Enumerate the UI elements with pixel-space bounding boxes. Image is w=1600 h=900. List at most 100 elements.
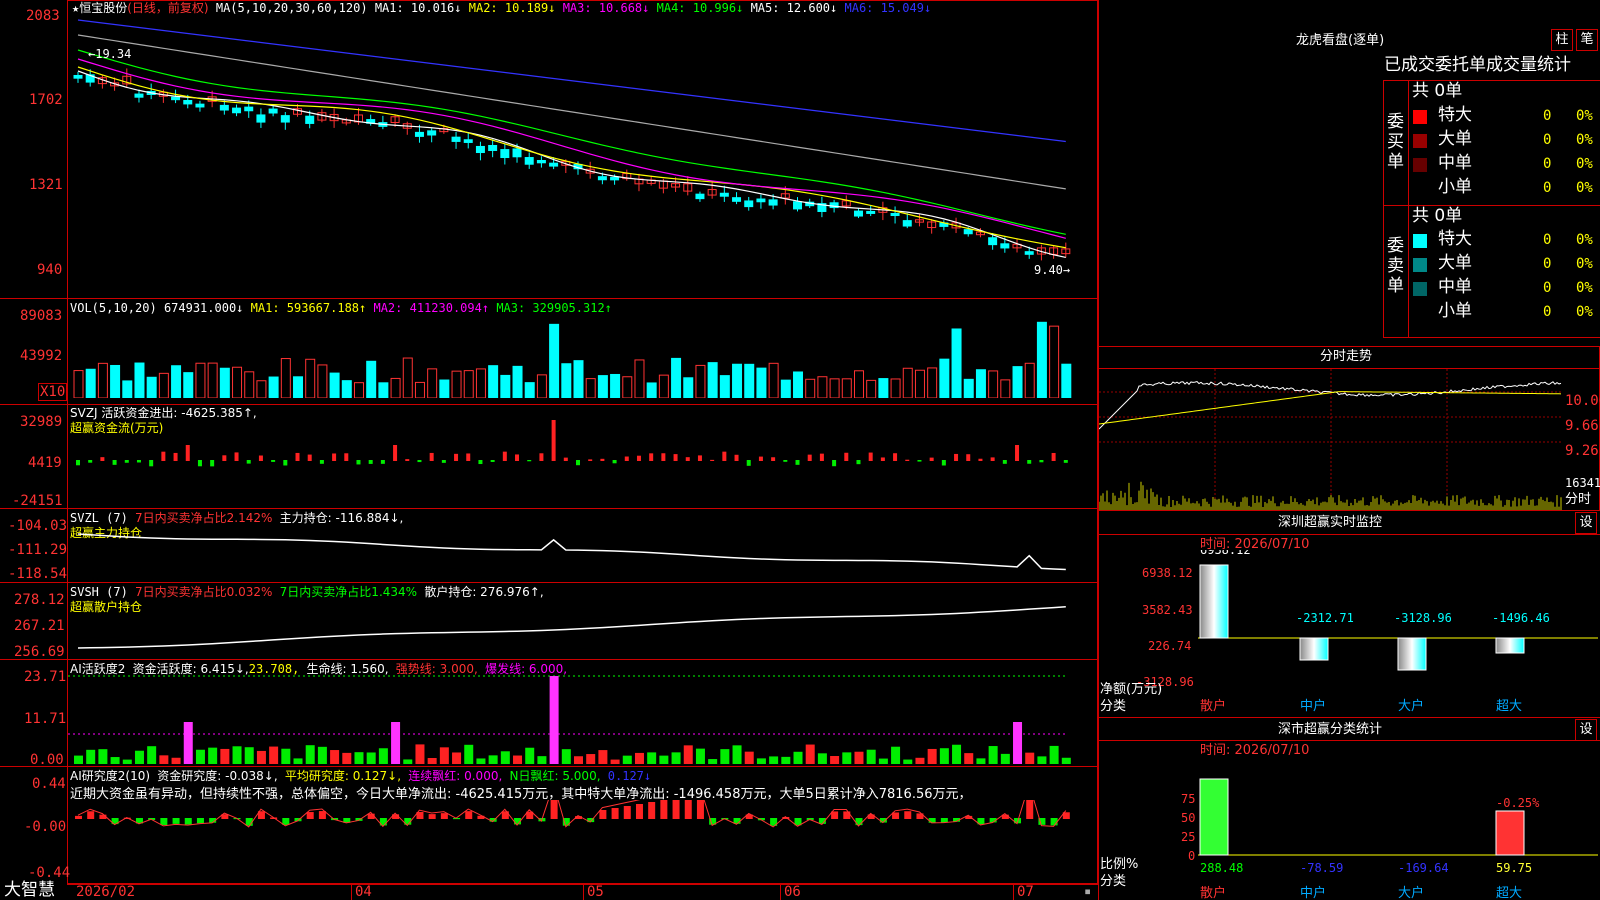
volume-bar — [805, 378, 816, 398]
row-count: 0 — [1543, 304, 1552, 320]
sz-bar-chart[interactable]: 6938.12 -2312.71 -3128.96 -1496.46 散户 中户 大户 超大 — [1198, 550, 1600, 715]
activity-bar — [976, 758, 986, 764]
volume-bar — [963, 378, 974, 398]
ma6-line — [77, 19, 1066, 143]
svzl-chart[interactable] — [68, 530, 1097, 580]
activity-bar — [708, 759, 718, 764]
sz-settings-button[interactable]: 设 — [1575, 512, 1597, 534]
activity-bar — [769, 756, 779, 764]
svzj-axis-1: 4419 — [28, 455, 62, 471]
price-chart[interactable] — [68, 15, 1097, 297]
activity-bar — [342, 752, 352, 764]
activity-bar — [830, 756, 840, 764]
volume-bar — [695, 364, 706, 398]
activity-bar — [854, 751, 864, 764]
activity-bar — [756, 758, 766, 764]
volume-bar — [110, 364, 121, 398]
activity-bar — [98, 749, 108, 764]
volume-chart[interactable] — [68, 318, 1097, 398]
research-bar — [648, 802, 656, 819]
volume-bar — [561, 363, 572, 398]
flow-bar — [563, 457, 568, 461]
svzl-axis-1: -111.29 — [8, 542, 68, 558]
volume-bar — [853, 370, 864, 398]
activity-bar — [878, 758, 888, 764]
flow-bar — [710, 459, 715, 461]
flow-bar — [246, 460, 251, 464]
activity-bar — [891, 746, 901, 764]
research-bar — [465, 811, 473, 819]
research-bar — [599, 810, 607, 819]
research-bar — [928, 818, 936, 823]
ma2-value: MA2: 10.189↓ — [468, 1, 556, 15]
legend-swatch — [1413, 134, 1427, 148]
ai1-chart[interactable] — [68, 672, 1097, 764]
research-bar — [318, 811, 326, 819]
fl-settings-button[interactable]: 设 — [1575, 719, 1597, 741]
svzj-chart[interactable] — [68, 418, 1097, 506]
bar-button[interactable]: 柱 — [1551, 29, 1573, 51]
sz-axis-2: 226.74 — [1148, 639, 1192, 653]
flow-bar — [636, 455, 641, 461]
ai1-axis-2: 0.00 — [30, 752, 64, 768]
flow-bar — [624, 456, 629, 461]
row-label: 小单 — [1438, 301, 1472, 321]
fl-title: 深市超赢分类统计 — [1278, 722, 1383, 737]
volume-bar — [902, 367, 913, 398]
lock-icon[interactable]: ▪ — [1084, 885, 1091, 897]
flow-bar — [758, 456, 763, 461]
volume-bar — [975, 369, 986, 398]
flow-bar — [149, 460, 154, 467]
candle-body — [232, 107, 242, 114]
flow-bar — [100, 457, 105, 461]
price-line — [1099, 380, 1562, 430]
candle-body — [171, 96, 181, 101]
candle-body — [475, 145, 485, 154]
candle-body — [744, 200, 754, 208]
volume-bar — [305, 358, 316, 398]
volume-bar — [158, 372, 169, 398]
timeshare-chart[interactable] — [1099, 369, 1563, 510]
candle-body — [183, 100, 193, 105]
volume-bar — [658, 374, 669, 398]
period-label[interactable]: (日线，前复权) — [127, 1, 208, 15]
date-tick-1: 04 — [355, 884, 372, 900]
sz-value: 6938.12 — [1200, 550, 1251, 557]
svsh-header: SVSH (7) 7日内买卖净占比0.032% 7日内买卖净占比1.434% 散… — [70, 585, 544, 599]
price-axis-3: 940 — [37, 262, 63, 278]
row-count: 0 — [1543, 280, 1552, 296]
activity-bar — [171, 757, 181, 764]
flow-bar — [234, 452, 239, 461]
timeshare-title: 分时走势 — [1320, 349, 1373, 364]
flow-bar — [856, 460, 861, 465]
ai2-chart[interactable] — [68, 800, 1097, 882]
row-pct: 0% — [1576, 256, 1593, 272]
fl-cat: 中户 — [1300, 885, 1326, 900]
flow-bar — [271, 460, 276, 462]
volume-bar — [988, 370, 999, 398]
candle-body — [463, 139, 473, 143]
research-bar — [623, 806, 631, 819]
row-pct: 0% — [1576, 304, 1593, 320]
volume-bar — [939, 358, 950, 398]
volume-bar — [500, 374, 511, 398]
activity-bar — [403, 759, 413, 764]
row-count: 0 — [1543, 256, 1552, 272]
candle-body — [902, 220, 912, 227]
activity-bar — [671, 752, 681, 764]
activity-bar — [866, 749, 876, 764]
row-pct: 0% — [1576, 156, 1593, 172]
pen-button[interactable]: 笔 — [1576, 29, 1598, 51]
research-bar — [306, 812, 314, 819]
research-bar — [696, 800, 704, 819]
flow-bar — [344, 453, 349, 461]
row-label: 特大 — [1438, 105, 1472, 125]
activity-bar — [415, 744, 425, 764]
volume-bar — [914, 369, 925, 398]
svsh-chart[interactable] — [68, 600, 1097, 658]
flow-bar — [332, 453, 337, 461]
fl-bar-chart[interactable]: 288.48 -78.59 -169.64 59.75 -0.25% 散户 中户 大户 超大 — [1198, 770, 1600, 900]
volume-bar — [536, 374, 547, 398]
volume-bar — [195, 362, 206, 398]
fl-axis-1: 50 — [1181, 811, 1196, 825]
